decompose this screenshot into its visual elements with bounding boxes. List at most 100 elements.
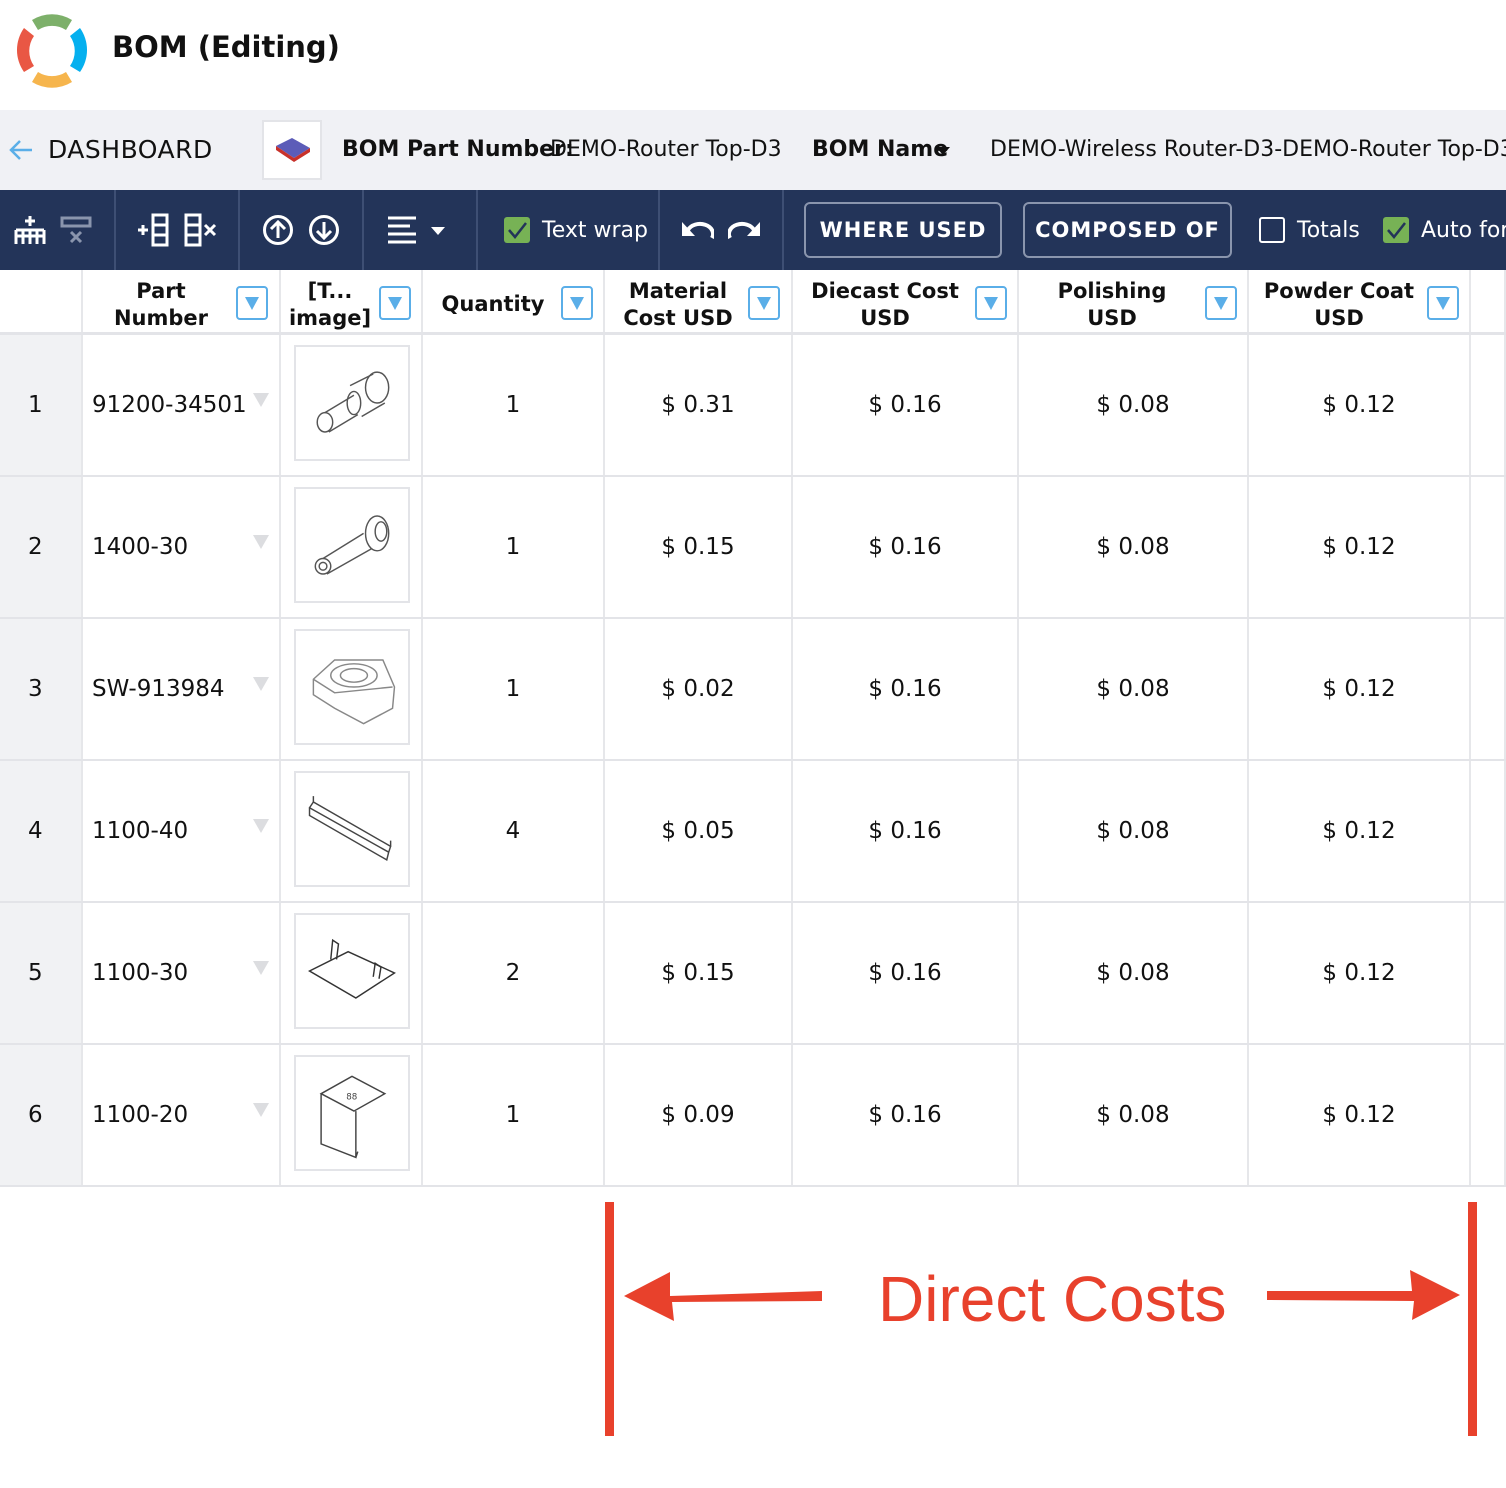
part-image <box>294 487 410 603</box>
part-number-cell[interactable]: 1100-30 <box>83 903 281 1043</box>
diecast-cost-cell[interactable]: $ 0.16 <box>793 1045 1019 1185</box>
composed-of-button[interactable]: COMPOSED OF <box>1023 202 1232 258</box>
auto-format-checkbox[interactable]: Auto format <box>1383 190 1506 270</box>
row-number[interactable]: 1 <box>0 335 83 475</box>
image-cell[interactable]: 88 <box>281 1045 423 1185</box>
diecast-cost-cell[interactable]: $ 0.16 <box>793 761 1019 901</box>
image-cell[interactable] <box>281 477 423 617</box>
image-cell[interactable] <box>281 903 423 1043</box>
filter-dropdown-icon[interactable] <box>1427 286 1459 320</box>
redo-icon[interactable] <box>728 190 760 270</box>
row-number[interactable]: 6 <box>0 1045 83 1185</box>
dropdown-caret-icon[interactable] <box>253 677 269 691</box>
polishing-cost-cell[interactable]: $ 0.08 <box>1019 1045 1249 1185</box>
delete-row-icon[interactable] <box>60 190 92 270</box>
powder-coat-cost-cell[interactable]: $ 0.12 <box>1249 761 1471 901</box>
diecast-cost-cell[interactable]: $ 0.16 <box>793 903 1019 1043</box>
checkbox-unchecked-icon[interactable] <box>1259 217 1285 243</box>
filter-dropdown-icon[interactable] <box>236 286 268 320</box>
quantity-cell[interactable]: 1 <box>423 1045 605 1185</box>
filter-dropdown-icon[interactable] <box>748 286 780 320</box>
text-wrap-checkbox[interactable]: Text wrap <box>504 190 648 270</box>
cell-text: 5 <box>28 960 43 986</box>
chevron-down-icon[interactable] <box>936 147 950 155</box>
move-up-icon[interactable] <box>262 190 294 270</box>
table-row[interactable]: 3 SW-913984 1 $ 0.02 $ 0.16 $ 0.08 $ 0.12 <box>0 619 1506 761</box>
filter-dropdown-icon[interactable] <box>1205 286 1237 320</box>
table-row[interactable]: 6 1100-20 88 1 $ 0.09 $ 0.16 $ 0.08 $ 0.12 <box>0 1045 1506 1187</box>
quantity-cell[interactable]: 4 <box>423 761 605 901</box>
polishing-cost-cell[interactable]: $ 0.08 <box>1019 761 1249 901</box>
overflow-cell <box>1471 477 1506 617</box>
row-number[interactable]: 5 <box>0 903 83 1043</box>
powder-coat-cost-cell[interactable]: $ 0.12 <box>1249 903 1471 1043</box>
table-row[interactable]: 1 91200-34501 1 $ 0.31 $ 0.16 $ 0.08 $ 0.12 <box>0 335 1506 477</box>
add-column-icon[interactable] <box>136 190 172 270</box>
table-row[interactable]: 2 1400-30 1 $ 0.15 $ 0.16 $ 0.08 $ 0.12 <box>0 477 1506 619</box>
dropdown-caret-icon[interactable] <box>253 535 269 549</box>
quantity-cell[interactable]: 1 <box>423 619 605 759</box>
part-number-cell[interactable]: 1100-20 <box>83 1045 281 1185</box>
quantity-cell[interactable]: 1 <box>423 477 605 617</box>
totals-checkbox[interactable]: Totals <box>1259 190 1360 270</box>
checkbox-checked-icon[interactable] <box>1383 217 1409 243</box>
text-wrap-label: Text wrap <box>542 217 648 243</box>
delete-column-icon[interactable] <box>184 190 220 270</box>
dropdown-caret-icon[interactable] <box>253 819 269 833</box>
image-cell[interactable] <box>281 335 423 475</box>
filter-dropdown-icon[interactable] <box>379 286 411 320</box>
back-arrow-icon[interactable] <box>8 138 34 162</box>
cell-text: $ 0.08 <box>1096 1102 1170 1128</box>
cell-text: $ 0.08 <box>1096 960 1170 986</box>
table-row[interactable]: 4 1100-40 4 $ 0.05 $ 0.16 $ 0.08 $ 0.12 <box>0 761 1506 903</box>
row-number[interactable]: 3 <box>0 619 83 759</box>
polishing-cost-cell[interactable]: $ 0.08 <box>1019 619 1249 759</box>
material-cost-cell[interactable]: $ 0.31 <box>605 335 793 475</box>
part-image <box>294 771 410 887</box>
table-row[interactable]: 5 1100-30 2 $ 0.15 $ 0.16 $ 0.08 $ 0.12 <box>0 903 1506 1045</box>
diecast-cost-cell[interactable]: $ 0.16 <box>793 335 1019 475</box>
diecast-cost-cell[interactable]: $ 0.16 <box>793 477 1019 617</box>
align-menu-icon[interactable] <box>388 190 450 270</box>
image-cell[interactable] <box>281 619 423 759</box>
add-row-icon[interactable] <box>14 190 46 270</box>
checkbox-checked-icon[interactable] <box>504 217 530 243</box>
quantity-cell[interactable]: 1 <box>423 335 605 475</box>
material-cost-cell[interactable]: $ 0.02 <box>605 619 793 759</box>
material-cost-cell[interactable]: $ 0.09 <box>605 1045 793 1185</box>
powder-coat-cost-cell[interactable]: $ 0.12 <box>1249 1045 1471 1185</box>
undo-icon[interactable] <box>682 190 714 270</box>
dropdown-caret-icon[interactable] <box>253 961 269 975</box>
filter-dropdown-icon[interactable] <box>561 286 593 320</box>
column-header-label: Quantity <box>430 291 556 318</box>
quantity-cell[interactable]: 2 <box>423 903 605 1043</box>
part-number-cell[interactable]: 1100-40 <box>83 761 281 901</box>
powder-coat-cost-cell[interactable]: $ 0.12 <box>1249 619 1471 759</box>
polishing-cost-cell[interactable]: $ 0.08 <box>1019 335 1249 475</box>
polishing-cost-cell[interactable]: $ 0.08 <box>1019 477 1249 617</box>
image-cell[interactable] <box>281 761 423 901</box>
column-header-label: Material Cost USD <box>612 278 744 332</box>
row-number[interactable]: 2 <box>0 477 83 617</box>
where-used-button[interactable]: WHERE USED <box>804 202 1002 258</box>
material-cost-cell[interactable]: $ 0.15 <box>605 477 793 617</box>
direct-costs-annotation: Direct Costs <box>0 1190 1506 1488</box>
powder-coat-cost-cell[interactable]: $ 0.12 <box>1249 335 1471 475</box>
part-number-cell[interactable]: 91200-34501 <box>83 335 281 475</box>
dashboard-link[interactable]: DASHBOARD <box>48 110 213 190</box>
column-header-label: Polishing USD <box>1024 278 1200 332</box>
row-number[interactable]: 4 <box>0 761 83 901</box>
dropdown-caret-icon[interactable] <box>253 393 269 407</box>
diecast-cost-cell[interactable]: $ 0.16 <box>793 619 1019 759</box>
material-cost-cell[interactable]: $ 0.15 <box>605 903 793 1043</box>
dropdown-caret-icon[interactable] <box>253 1103 269 1117</box>
powder-coat-cost-cell[interactable]: $ 0.12 <box>1249 477 1471 617</box>
polishing-cost-cell[interactable]: $ 0.08 <box>1019 903 1249 1043</box>
part-number-cell[interactable]: SW-913984 <box>83 619 281 759</box>
move-down-icon[interactable] <box>308 190 340 270</box>
part-number-cell[interactable]: 1400-30 <box>83 477 281 617</box>
filter-dropdown-icon[interactable] <box>975 286 1007 320</box>
material-cost-cell[interactable]: $ 0.05 <box>605 761 793 901</box>
part-image <box>276 138 310 162</box>
bom-name-dropdown[interactable]: BOM Name <box>812 110 948 190</box>
